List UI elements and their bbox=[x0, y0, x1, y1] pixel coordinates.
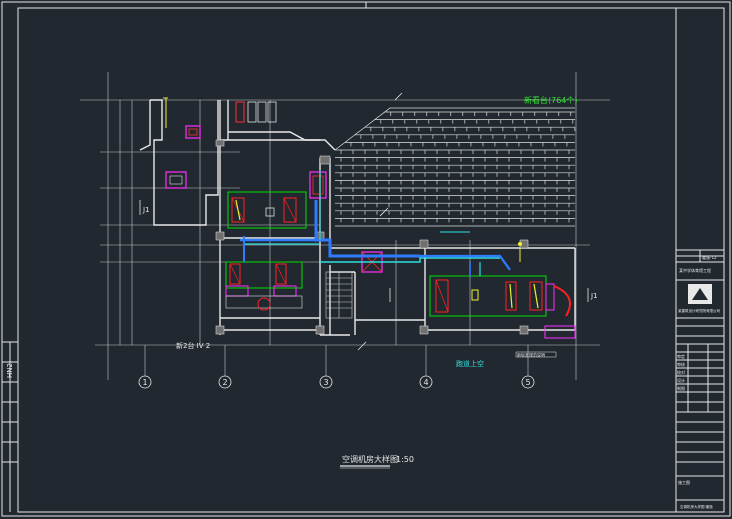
air-handling-unit-1 bbox=[227, 191, 307, 229]
approval-row-4: 设计 bbox=[677, 377, 685, 383]
outer-frame bbox=[1, 1, 731, 517]
podium-label: 跑道上空 bbox=[456, 359, 484, 368]
drawing-title-block: 空调机房大样图 1:50 bbox=[340, 454, 414, 469]
drawing-title: 空调机房大样图 bbox=[342, 454, 398, 464]
air-handling-unit-2 bbox=[225, 261, 303, 311]
approval-table: 审定 审核 校对 设计 制图 bbox=[676, 344, 724, 413]
bleachers-label: 新看台(764个) bbox=[524, 95, 578, 105]
section-annotation-right: J1 bbox=[590, 292, 598, 300]
approval-row-5: 制图 bbox=[677, 385, 685, 391]
cad-drawing-sheet: HN2 暖施-12 某中学体育馆工程 某建筑设计研究院有限公司 审定 审核 校对… bbox=[0, 0, 732, 519]
title-block-footer: 空调机房大样图 暖施 bbox=[680, 504, 713, 509]
room-label-left: 新2台 IV 2 bbox=[176, 341, 210, 350]
axis-label-5: 5 bbox=[525, 378, 530, 387]
lower-note-label: 新标准规范说明 bbox=[517, 352, 545, 358]
structural-columns bbox=[215, 139, 529, 335]
left-binding-strip: HN2 bbox=[2, 341, 18, 512]
title-block: 暖施-12 某中学体育馆工程 某建筑设计研究院有限公司 审定 审核 校对 设计 … bbox=[675, 8, 724, 512]
section-annotation-left: J1 bbox=[142, 206, 150, 214]
approval-row-2: 审核 bbox=[677, 361, 685, 367]
title-block-drawing-no: 暖施-12 bbox=[702, 254, 717, 260]
top-room-equipment bbox=[163, 97, 327, 199]
left-strip-code: HN2 bbox=[6, 363, 14, 378]
bleachers bbox=[334, 107, 576, 227]
title-block-project: 某中学体育馆工程 bbox=[679, 267, 711, 273]
inner-frame bbox=[17, 7, 725, 513]
ductwork bbox=[240, 170, 522, 276]
axis-label-4: 4 bbox=[423, 378, 428, 387]
axis-label-2: 2 bbox=[222, 378, 227, 387]
air-handling-unit-3 bbox=[361, 251, 576, 339]
approval-row-3: 校对 bbox=[677, 369, 685, 375]
walls bbox=[139, 99, 576, 336]
axis-label-1: 1 bbox=[142, 378, 147, 387]
drawing-scale: 1:50 bbox=[396, 455, 414, 464]
axis-label-3: 3 bbox=[323, 378, 328, 387]
title-block-design-unit: 某建筑设计研究院有限公司 bbox=[678, 308, 720, 313]
approval-row-1: 审定 bbox=[677, 353, 685, 359]
title-block-stage: 施工图 bbox=[678, 479, 690, 485]
